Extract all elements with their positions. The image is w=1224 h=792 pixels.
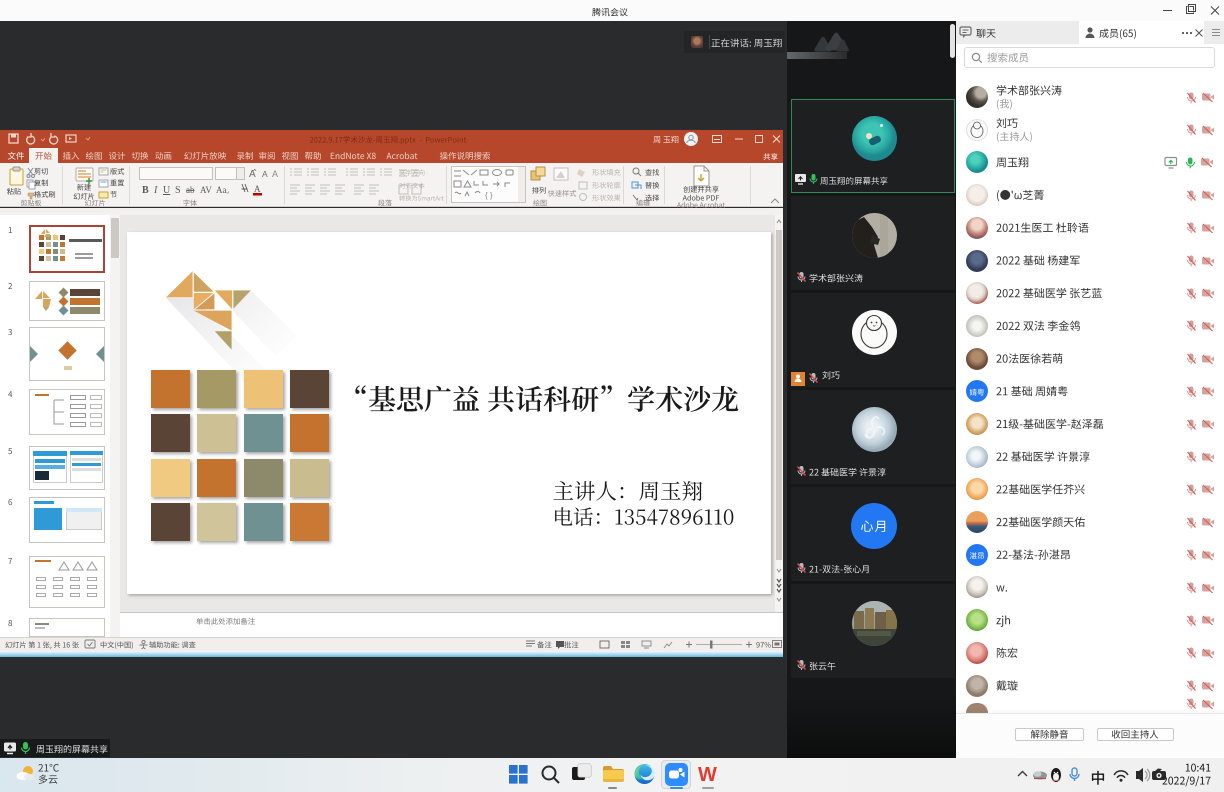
svg-text:A: A [262, 169, 268, 179]
svg-text:A: A [249, 169, 256, 180]
svg-text:{ }: { } [485, 191, 493, 200]
svg-text:AV: AV [200, 185, 212, 195]
svg-text:ab: ab [186, 185, 195, 195]
svg-text:S: S [175, 185, 181, 196]
svg-text:W: W [698, 764, 717, 786]
svg-text:B: B [142, 185, 149, 196]
svg-text:A: A [272, 169, 278, 179]
svg-text:Aa: Aa [216, 185, 227, 195]
svg-text:A: A [254, 184, 261, 194]
svg-text:I: I [153, 185, 158, 196]
svg-text:U: U [163, 185, 171, 196]
